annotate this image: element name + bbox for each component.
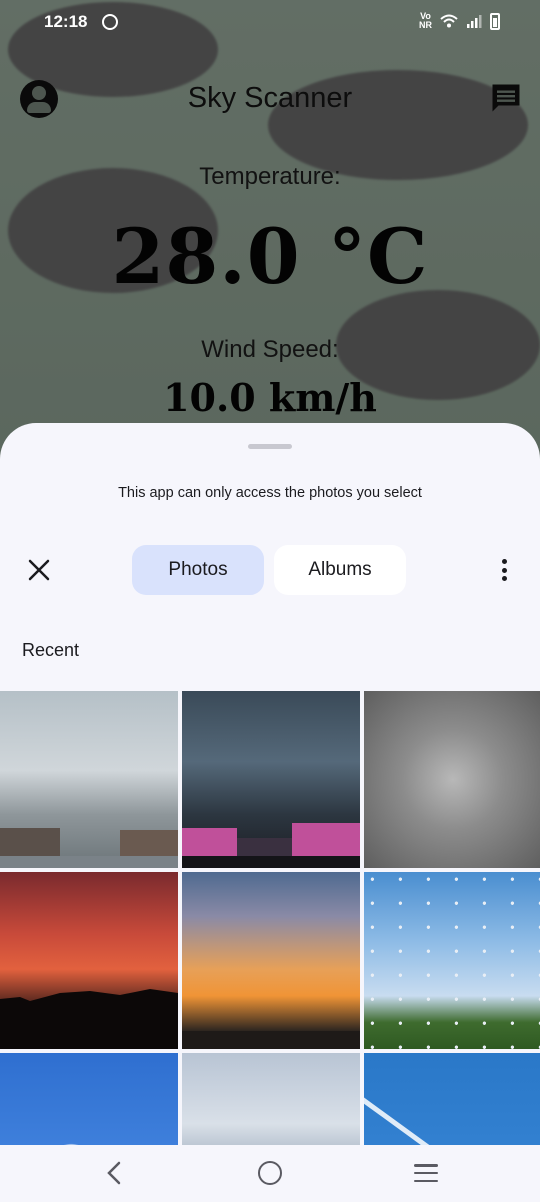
volte-icon: Vo NR bbox=[419, 11, 432, 30]
photo-altocumulus-trees[interactable] bbox=[364, 872, 540, 1049]
signal-icon bbox=[467, 15, 482, 28]
status-icons: Vo NR bbox=[419, 12, 500, 30]
access-notice: This app can only access the photos you … bbox=[118, 485, 422, 501]
more-options-icon[interactable] bbox=[492, 556, 516, 584]
close-icon bbox=[28, 559, 50, 581]
recents-icon[interactable] bbox=[414, 1164, 438, 1182]
status-time: 12:18 bbox=[44, 12, 88, 31]
wifi-icon bbox=[440, 14, 458, 28]
photo-grey-clouds[interactable] bbox=[364, 691, 540, 868]
picker-tabs: Photos Albums bbox=[132, 545, 406, 595]
drag-handle[interactable] bbox=[248, 444, 292, 449]
tab-photos[interactable]: Photos bbox=[132, 545, 264, 595]
status-bar: 12:18 Vo NR bbox=[0, 0, 540, 48]
section-title-recent: Recent bbox=[22, 640, 80, 660]
photo-grid bbox=[0, 691, 540, 1202]
close-button[interactable] bbox=[22, 553, 56, 587]
tab-albums[interactable]: Albums bbox=[274, 545, 406, 595]
system-nav-bar bbox=[0, 1145, 540, 1202]
home-icon[interactable] bbox=[258, 1161, 282, 1185]
photo-cloudy-street[interactable] bbox=[0, 691, 178, 868]
photo-dusk-pink-building[interactable] bbox=[182, 691, 360, 868]
notification-icon bbox=[102, 14, 118, 30]
photo-orange-sunset[interactable] bbox=[182, 872, 360, 1049]
photo-red-sunset-silhouette[interactable] bbox=[0, 872, 178, 1049]
back-icon[interactable] bbox=[104, 1161, 124, 1185]
battery-icon bbox=[490, 12, 500, 30]
photo-picker-sheet: This app can only access the photos you … bbox=[0, 423, 540, 1202]
